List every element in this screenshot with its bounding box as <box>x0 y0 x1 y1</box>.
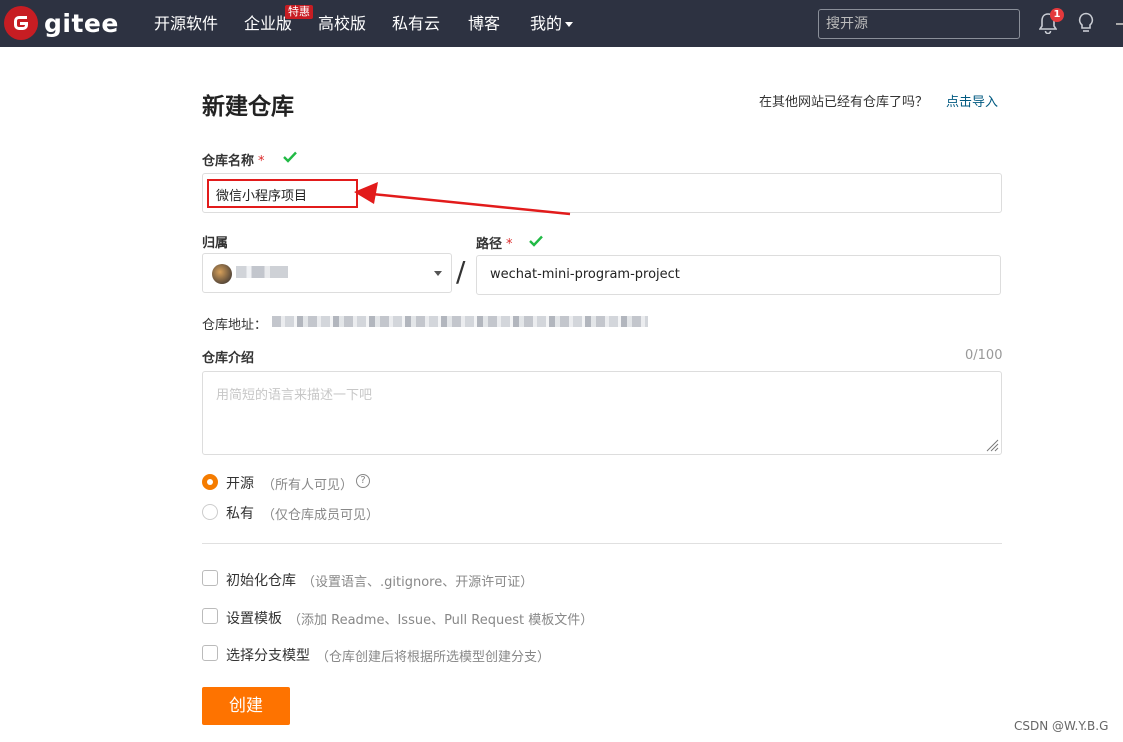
page-title: 新建仓库 <box>202 94 294 120</box>
checkbox-branch-model-label: 选择分支模型 <box>226 648 310 664</box>
checkbox-branch-model-hint: （仓库创建后将根据所选模型创建分支） <box>316 650 551 665</box>
nav-item-mine[interactable]: 我的 <box>530 14 574 34</box>
create-button[interactable]: 创建 <box>202 687 290 725</box>
radio-private[interactable] <box>202 504 218 520</box>
repo-address-label: 仓库地址： <box>202 318 268 333</box>
repo-path-value: wechat-mini-program-project <box>490 267 680 282</box>
checkbox-template-hint: （添加 Readme、Issue、Pull Request 模板文件） <box>288 613 594 628</box>
owner-name-redacted <box>236 266 288 278</box>
checkbox-template-label: 设置模板 <box>226 611 282 627</box>
chevron-down-icon <box>565 22 574 27</box>
required-mark: * <box>258 154 265 169</box>
nav-item-blog[interactable]: 博客 <box>468 14 500 34</box>
radio-public-hint: （所有人可见） <box>262 478 354 493</box>
section-divider <box>202 543 1002 544</box>
avatar <box>212 264 232 284</box>
radio-private-hint: （仅仓库成员可见） <box>262 508 380 523</box>
gitee-logo[interactable]: gitee <box>4 6 119 40</box>
check-icon <box>283 151 297 163</box>
logo-text: gitee <box>44 8 119 38</box>
search-input[interactable]: 搜开源 <box>818 9 1020 39</box>
description-placeholder: 用简短的语言来描述一下吧 <box>216 388 373 403</box>
required-mark: * <box>506 237 513 252</box>
resize-handle-icon[interactable] <box>985 438 999 452</box>
overflow-indicator <box>1116 23 1123 25</box>
checkbox-init-repo-label: 初始化仓库 <box>226 573 296 589</box>
import-link[interactable]: 点击导入 <box>946 91 998 110</box>
nav-item-education[interactable]: 高校版 <box>318 14 366 34</box>
owner-label: 归属 <box>202 236 229 251</box>
nav-item-private-cloud[interactable]: 私有云 <box>392 14 440 34</box>
path-label-text: 路径 <box>476 237 503 252</box>
checkbox-init-repo-hint: （设置语言、.gitignore、开源许可证） <box>302 575 534 590</box>
check-icon <box>529 235 543 247</box>
annotation-highlight-box <box>207 179 358 208</box>
nav-item-mine-label: 我的 <box>530 14 563 33</box>
top-nav: gitee 开源软件 企业版 特惠 高校版 私有云 博客 我的 搜开源 1 <box>0 0 1123 47</box>
checkbox-template[interactable] <box>202 608 218 624</box>
checkbox-branch-model[interactable] <box>202 645 218 661</box>
repo-address-redacted <box>272 316 648 327</box>
annotation-arrow <box>350 178 575 218</box>
nav-item-open-source[interactable]: 开源软件 <box>154 14 218 34</box>
promo-badge: 特惠 <box>285 5 313 19</box>
repo-name-label-text: 仓库名称 <box>202 154 255 169</box>
help-icon[interactable]: ? <box>356 474 370 488</box>
chevron-down-icon <box>434 271 442 276</box>
radio-private-label: 私有 <box>226 506 254 522</box>
watermark: CSDN @W.Y.B.G <box>1014 719 1109 733</box>
description-char-count: 0/100 <box>965 348 1003 363</box>
notification-count-badge: 1 <box>1050 8 1064 22</box>
path-label: 路径 * <box>476 233 513 252</box>
radio-public[interactable] <box>202 474 218 490</box>
radio-public-label: 开源 <box>226 476 254 492</box>
path-separator: / <box>456 255 466 288</box>
repo-name-label: 仓库名称 * <box>202 150 265 169</box>
import-prompt: 在其他网站已经有仓库了吗？ <box>759 95 929 110</box>
description-label: 仓库介绍 <box>202 351 255 366</box>
lightbulb-icon[interactable] <box>1077 12 1095 34</box>
gitee-logo-icon <box>4 6 38 40</box>
checkbox-init-repo[interactable] <box>202 570 218 586</box>
